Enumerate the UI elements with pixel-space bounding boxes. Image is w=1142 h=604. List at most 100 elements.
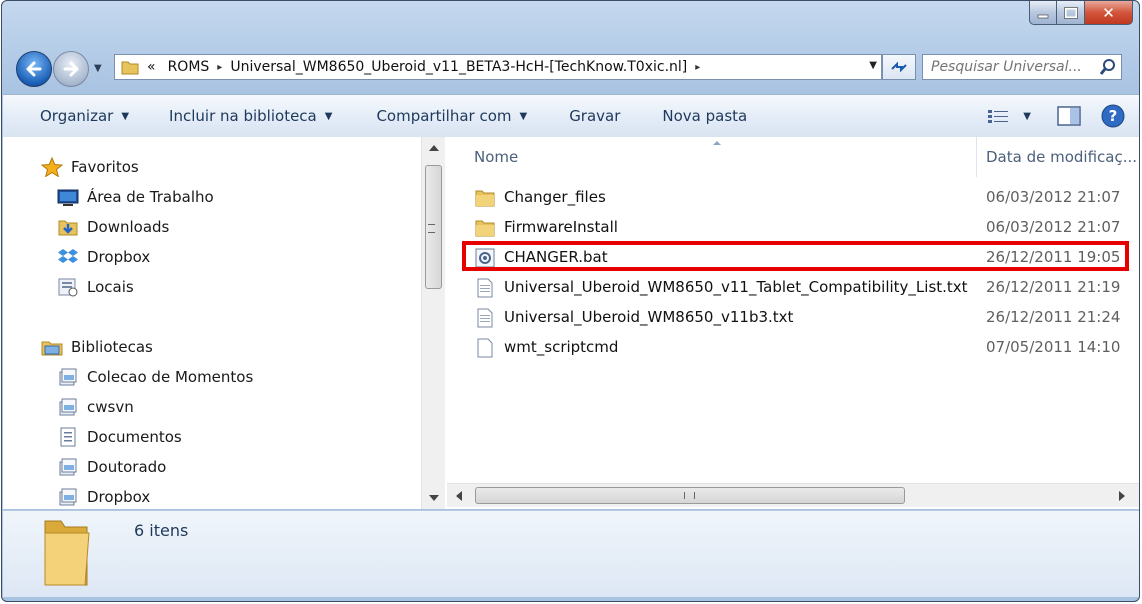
arrow-right-icon [63, 61, 79, 77]
column-date-label: Data de modificaç... [986, 148, 1138, 166]
nav-item-label: Colecao de Momentos [87, 368, 254, 386]
new-folder-label: Nova pasta [662, 107, 748, 125]
file-row[interactable]: wmt_scriptcmd 07/05/2011 14:10 [447, 333, 1139, 363]
close-button[interactable]: ✕ [1085, 1, 1133, 25]
nav-item-dropbox[interactable]: Dropbox [57, 245, 150, 269]
nav-item-label: Downloads [87, 218, 170, 236]
view-controls: ▼ ? [987, 104, 1125, 128]
minimize-icon [1037, 14, 1049, 18]
scroll-grip-icon [428, 224, 435, 233]
scroll-right-icon[interactable] [1119, 491, 1125, 501]
column-header-date[interactable]: Data de modificaç... [977, 137, 1139, 177]
nav-item-library[interactable]: Dropbox [57, 485, 150, 509]
library-icon [57, 367, 79, 387]
star-icon [41, 157, 63, 177]
breadcrumb-current-folder[interactable]: Universal_WM8650_Uberoid_v11_BETA3-HcH-[… [230, 59, 687, 75]
recent-pages-dropdown[interactable]: ▼ [94, 63, 102, 74]
breadcrumb-roms[interactable]: ROMS [168, 59, 210, 75]
file-row[interactable]: FirmwareInstall 06/03/2012 21:07 [447, 213, 1139, 243]
share-with-menu[interactable]: Compartilhar com ▼ [346, 107, 541, 125]
file-name: wmt_scriptcmd [504, 338, 619, 356]
highlight-box [462, 241, 1129, 271]
file-list-scrollbar[interactable] [447, 483, 1139, 507]
nav-libraries[interactable]: Bibliotecas [41, 335, 153, 359]
include-library-menu[interactable]: Incluir na biblioteca ▼ [143, 107, 346, 125]
nav-favorites[interactable]: Favoritos [41, 155, 139, 179]
scroll-up-icon[interactable] [429, 145, 439, 151]
address-bar[interactable]: « ROMS ▸ Universal_WM8650_Uberoid_v11_BE… [114, 54, 882, 80]
chevron-down-icon: ▼ [1023, 110, 1031, 122]
new-folder-button[interactable]: Nova pasta [634, 107, 761, 125]
file-name: Changer_files [504, 188, 606, 206]
file-row[interactable]: Universal_Uberoid_WM8650_v11_Tablet_Comp… [447, 273, 1139, 303]
share-with-label: Compartilhar com [376, 107, 512, 125]
nav-item-label: Dropbox [87, 488, 151, 506]
nav-pane-scrollbar[interactable] [421, 137, 445, 509]
file-row[interactable]: Changer_files 06/03/2012 21:07 [447, 183, 1139, 213]
refresh-button[interactable] [882, 54, 916, 80]
library-icon [57, 457, 79, 477]
library-icon [57, 397, 79, 417]
back-button[interactable] [16, 51, 52, 87]
text-file-icon [477, 278, 493, 298]
navigation-pane: Favoritos Área de Trabalho Downloads Dro… [3, 137, 419, 509]
desktop-icon [57, 187, 79, 207]
nav-item-label: cwsvn [87, 398, 134, 416]
folder-icon [475, 220, 495, 237]
search-input[interactable] [929, 58, 1103, 76]
include-library-label: Incluir na biblioteca [169, 107, 317, 125]
scroll-left-icon[interactable] [456, 491, 462, 501]
folder-icon [121, 61, 139, 75]
forward-button[interactable] [53, 51, 89, 87]
nav-item-desktop[interactable]: Área de Trabalho [57, 185, 214, 209]
svg-text:?: ? [1109, 107, 1118, 125]
burn-label: Gravar [569, 107, 621, 125]
content-area: Favoritos Área de Trabalho Downloads Dro… [3, 137, 1139, 509]
breadcrumb-separator-icon[interactable]: ▸ [695, 62, 700, 73]
nav-item-library[interactable]: cwsvn [57, 395, 134, 419]
address-dropdown-icon[interactable]: ▼ [869, 60, 877, 71]
nav-item-downloads[interactable]: Downloads [57, 215, 169, 239]
file-date: 06/03/2012 21:07 [986, 218, 1121, 236]
details-view-icon [988, 110, 1009, 123]
burn-button[interactable]: Gravar [541, 107, 634, 125]
preview-pane-icon[interactable] [1057, 106, 1081, 126]
organize-menu[interactable]: Organizar ▼ [3, 107, 143, 125]
nav-libraries-label: Bibliotecas [71, 338, 153, 356]
chevron-down-icon: ▼ [519, 110, 528, 122]
help-icon[interactable]: ? [1101, 104, 1125, 128]
nav-item-library[interactable]: Colecao de Momentos [57, 365, 253, 389]
nav-favorites-label: Favoritos [71, 158, 139, 176]
address-overflow[interactable]: « [147, 59, 156, 75]
scrollbar-thumb[interactable] [475, 487, 905, 504]
scroll-grip-icon [684, 492, 695, 499]
file-list: Nome Data de modificaç... Changer_files … [447, 137, 1139, 509]
view-options-button[interactable]: ▼ [987, 108, 1031, 124]
details-pane: 6 itens [3, 510, 1139, 597]
file-date: 06/03/2012 21:07 [986, 188, 1121, 206]
breadcrumb-separator-icon[interactable]: ▸ [217, 62, 222, 73]
chevron-down-icon: ▼ [324, 110, 333, 122]
file-row[interactable]: Universal_Uberoid_WM8650_v11b3.txt 26/12… [447, 303, 1139, 333]
minimize-button[interactable] [1029, 1, 1057, 25]
column-name-label: Nome [474, 148, 519, 166]
maximize-button[interactable] [1057, 1, 1085, 25]
folder-icon [475, 190, 495, 207]
nav-item-documents[interactable]: Documentos [57, 425, 182, 449]
search-box[interactable] [922, 54, 1122, 80]
column-header-name[interactable]: Nome [447, 137, 977, 177]
chevron-down-icon: ▼ [121, 110, 130, 122]
scroll-down-icon[interactable] [429, 495, 439, 501]
blank-file-icon [477, 338, 493, 358]
nav-item-recent-places[interactable]: Locais [57, 275, 134, 299]
nav-item-label: Documentos [87, 428, 182, 446]
file-date: 26/12/2011 21:19 [986, 278, 1121, 296]
folder-icon [44, 520, 90, 586]
maximize-icon [1063, 6, 1078, 19]
organize-label: Organizar [40, 107, 114, 125]
nav-item-label: Dropbox [87, 248, 151, 266]
nav-item-library[interactable]: Doutorado [57, 455, 166, 479]
text-file-icon [477, 308, 493, 328]
search-icon[interactable] [1099, 58, 1117, 76]
navigation-bar: ▼ « ROMS ▸ Universal_WM8650_Uberoid_v11_… [16, 49, 1136, 87]
